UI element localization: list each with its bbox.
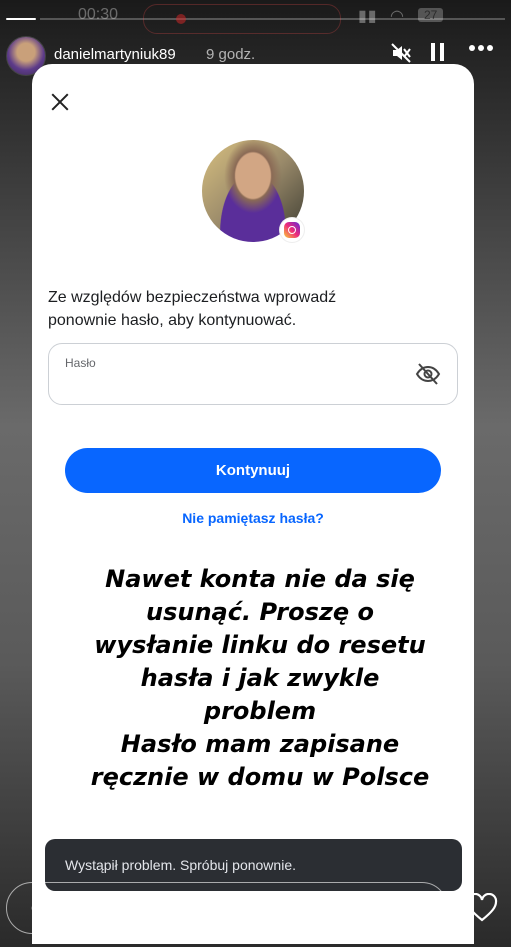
- story-caption: Nawet konta nie da się usunąć. Proszę o …: [60, 563, 460, 794]
- close-icon[interactable]: [48, 90, 72, 114]
- story-username[interactable]: danielmartyniuk89: [54, 46, 176, 63]
- caption-line: usunąć. Proszę o: [146, 598, 374, 626]
- heart-icon[interactable]: [466, 892, 498, 923]
- security-prompt-line-1: Ze względów bezpieczeństwa wprowadź: [48, 289, 337, 306]
- security-prompt: Ze względów bezpieczeństwa wprowadź pono…: [48, 286, 408, 332]
- story-timestamp: 9 godz.: [206, 46, 256, 63]
- password-label: Hasło: [65, 356, 96, 370]
- reply-input[interactable]: Odpowiedz użytkownikowi danielmartyniuk8…: [6, 882, 448, 934]
- caption-line: ręcznie w domu w Polsce: [90, 763, 430, 791]
- caption-line: wysłanie linku do resetu: [94, 631, 426, 659]
- status-time: 00:30: [78, 6, 119, 23]
- password-field[interactable]: Hasło: [48, 343, 458, 405]
- battery-level: 27: [418, 8, 444, 22]
- recording-dot-icon: [176, 14, 186, 24]
- security-prompt-line-2: ponownie hasło, aby kontynuować.: [48, 312, 297, 329]
- forgot-password-link[interactable]: Nie pamiętasz hasła?: [32, 510, 474, 526]
- more-options-icon[interactable]: [468, 38, 494, 64]
- status-bar: 00:30 ▮▮ ◠ 27: [0, 4, 511, 34]
- reply-placeholder: Odpowiedz użytkownikowi danielmartyniuk8…: [31, 900, 345, 917]
- eye-off-icon[interactable]: [415, 362, 441, 386]
- password-dialog: Ze względów bezpieczeństwa wprowadź pono…: [32, 64, 474, 944]
- instagram-icon: [280, 218, 304, 242]
- caption-line: hasła i jak zwykle: [140, 664, 380, 692]
- caption-line: problem: [203, 697, 317, 725]
- continue-button[interactable]: Kontynuuj: [65, 448, 441, 493]
- caption-line: Hasło mam zapisane: [120, 730, 400, 758]
- recording-pill: [143, 4, 341, 34]
- signal-icon: ▮▮: [358, 8, 378, 25]
- caption-line: Nawet konta nie da się: [105, 565, 415, 593]
- wifi-icon: ◠: [390, 8, 404, 25]
- home-indicator: [180, 932, 332, 936]
